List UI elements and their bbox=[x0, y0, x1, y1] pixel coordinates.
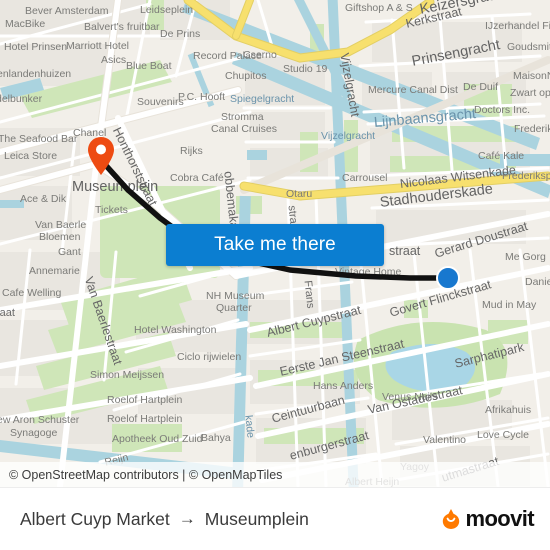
map-canvas[interactable]: .land { fill:#f2efe9; } .block { fill:#e… bbox=[0, 0, 550, 487]
trip-origin-label: Albert Cuyp Market bbox=[20, 508, 170, 529]
trip-destination-label: Museumplein bbox=[204, 508, 309, 529]
trip-summary: Albert Cuyp Market → Museumplein bbox=[20, 509, 309, 530]
moovit-pin-icon bbox=[443, 509, 460, 529]
trip-footer: Albert Cuyp Market → Museumplein moovit bbox=[0, 487, 550, 550]
arrow-right-icon: → bbox=[178, 508, 196, 528]
take-me-there-button[interactable]: Take me there bbox=[166, 224, 384, 266]
moovit-wordmark: moovit bbox=[465, 506, 534, 531]
current-location-dot[interactable] bbox=[436, 266, 460, 290]
moovit-trip-screen: .land { fill:#f2efe9; } .block { fill:#e… bbox=[0, 0, 550, 550]
moovit-logo[interactable]: moovit bbox=[439, 506, 535, 532]
destination-pin-icon[interactable] bbox=[86, 136, 116, 176]
map-attribution[interactable]: © OpenStreetMap contributors | © OpenMap… bbox=[0, 462, 550, 487]
